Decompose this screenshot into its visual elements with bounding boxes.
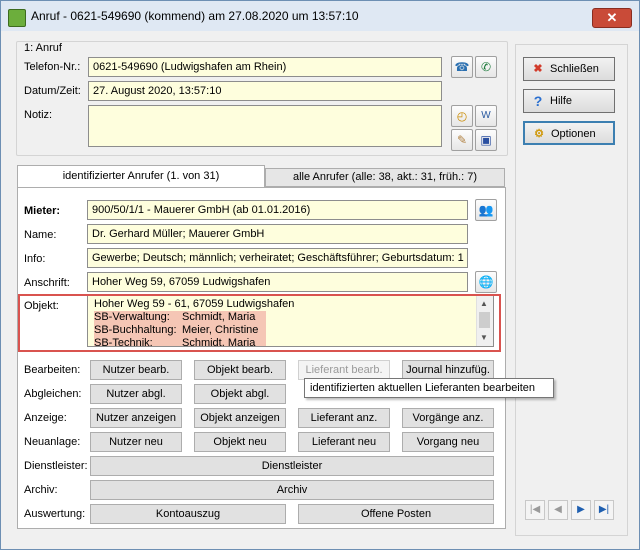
tab-identified-caller[interactable]: identifizierter Anrufer (1. von 31) (17, 165, 265, 188)
auswertung-label: Auswertung: (24, 508, 86, 520)
close-button-label: Schließen (550, 63, 599, 75)
objekt-anzeigen-button[interactable]: Objekt anzeigen (194, 408, 286, 428)
telefon-label: Telefon-Nr.: (24, 61, 81, 73)
window-title: Anruf - 0621-549690 (kommend) am 27.08.2… (31, 9, 359, 23)
call-window: Anruf - 0621-549690 (kommend) am 27.08.2… (0, 0, 640, 550)
datum-field[interactable]: 27. August 2020, 13:57:10 (88, 81, 442, 101)
name-field[interactable]: Dr. Gerhard Müller; Mauerer GmbH (87, 224, 468, 244)
note-icon[interactable]: ✎ (451, 129, 473, 151)
close-icon: ✖ (533, 63, 543, 75)
last-record-icon[interactable]: ▶| (594, 500, 614, 520)
objekt-bearb-button[interactable]: Objekt bearb. (194, 360, 286, 380)
options-button[interactable]: ⚙ Optionen (523, 121, 615, 145)
notiz-field[interactable] (88, 105, 442, 147)
anschrift-field[interactable]: Hoher Weg 59, 67059 Ludwigshafen (87, 272, 468, 292)
lieferant-anz-button[interactable]: Lieferant anz. (298, 408, 390, 428)
telefon-field[interactable]: 0621-549690 (Ludwigshafen am Rhein) (88, 57, 442, 77)
window-close-button[interactable]: ✕ (592, 8, 632, 28)
highlight-frame (18, 294, 501, 352)
objekt-abgl-button[interactable]: Objekt abgl. (194, 384, 286, 404)
options-icon: ⚙ (534, 128, 544, 140)
prev-record-icon[interactable]: ◀ (548, 500, 568, 520)
save-icon[interactable]: ▣ (475, 129, 497, 151)
phone-icon[interactable]: ☎ (451, 56, 473, 78)
mieter-label: Mieter: (24, 205, 61, 217)
options-button-label: Optionen (551, 128, 596, 140)
nutzer-neu-button[interactable]: Nutzer neu (90, 432, 182, 452)
kontoauszug-button[interactable]: Kontoauszug (90, 504, 286, 524)
bearbeiten-label: Bearbeiten: (24, 364, 81, 376)
hangup-icon[interactable]: ✆ (475, 56, 497, 78)
dienstleister-label: Dienstleister: (24, 460, 88, 472)
info-label: Info: (24, 253, 46, 265)
lieferant-neu-button[interactable]: Lieferant neu (298, 432, 390, 452)
sidebar-panel (515, 44, 628, 536)
offene-posten-button[interactable]: Offene Posten (298, 504, 494, 524)
mieter-field[interactable]: 900/50/1/1 - Mauerer GmbH (ab 01.01.2016… (87, 200, 468, 220)
close-button[interactable]: ✖ Schließen (523, 57, 615, 81)
globe-icon[interactable]: 🌐 (475, 271, 497, 293)
name-label: Name: (24, 229, 57, 241)
info-field[interactable]: Gewerbe; Deutsch; männlich; verheiratet;… (87, 248, 468, 268)
vorgang-neu-button[interactable]: Vorgang neu (402, 432, 494, 452)
anruf-group-label: 1: Anruf (24, 42, 62, 54)
tooltip: identifizierten aktuellen Lieferanten be… (304, 378, 554, 398)
help-icon: ? (533, 93, 543, 109)
nutzer-abgl-button[interactable]: Nutzer abgl. (90, 384, 182, 404)
anschrift-label: Anschrift: (24, 277, 70, 289)
notiz-label: Notiz: (24, 109, 53, 121)
datum-label: Datum/Zeit: (24, 85, 81, 97)
help-button-label: Hilfe (550, 95, 573, 107)
abgleichen-label: Abgleichen: (24, 388, 82, 400)
vorgaenge-anz-button[interactable]: Vorgänge anz. (402, 408, 494, 428)
nutzer-anzeigen-button[interactable]: Nutzer anzeigen (90, 408, 182, 428)
help-button[interactable]: ? Hilfe (523, 89, 615, 113)
archiv-button[interactable]: Archiv (90, 480, 494, 500)
app-icon (8, 9, 26, 27)
people-icon[interactable]: 👥 (475, 199, 497, 221)
archiv-label: Archiv: (24, 484, 58, 496)
lieferant-bearb-button[interactable]: Lieferant bearb. (298, 360, 390, 380)
anzeige-label: Anzeige: (24, 412, 67, 424)
dienstleister-button[interactable]: Dienstleister (90, 456, 494, 476)
neuanlage-label: Neuanlage: (24, 436, 81, 448)
word-icon[interactable]: W (475, 105, 497, 127)
title-bar: Anruf - 0621-549690 (kommend) am 27.08.2… (1, 1, 639, 31)
journal-button[interactable]: Journal hinzufüg. (402, 360, 494, 380)
tab-all-callers[interactable]: alle Anrufer (alle: 38, akt.: 31, früh.:… (265, 168, 505, 187)
next-record-icon[interactable]: ▶ (571, 500, 591, 520)
objekt-neu-button[interactable]: Objekt neu (194, 432, 286, 452)
first-record-icon[interactable]: |◀ (525, 500, 545, 520)
nutzer-bearb-button[interactable]: Nutzer bearb. (90, 360, 182, 380)
clock-icon[interactable]: ◴ (451, 105, 473, 127)
